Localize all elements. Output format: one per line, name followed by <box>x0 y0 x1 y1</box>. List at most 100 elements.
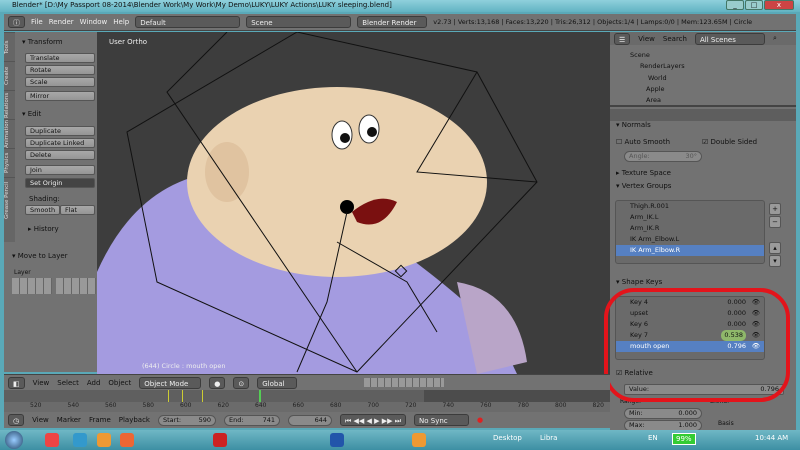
outliner-view-menu[interactable]: View <box>638 35 655 43</box>
start-button[interactable] <box>5 431 23 449</box>
translate-button[interactable]: Translate <box>25 53 95 63</box>
menu-select[interactable]: Select <box>57 379 79 387</box>
menu-help[interactable]: Help <box>113 18 129 26</box>
flat-button[interactable]: Flat <box>60 205 95 215</box>
basis-field[interactable]: Basis <box>718 420 734 427</box>
outliner-filter-select[interactable]: All Scenes <box>694 32 765 45</box>
current-frame-field[interactable]: 644 <box>287 414 332 426</box>
shading-selector[interactable]: ● <box>209 376 226 389</box>
layout-selector[interactable]: Default <box>135 16 241 28</box>
editor-type-icon[interactable]: ⓘ <box>8 16 25 28</box>
tab-animation[interactable]: Animation <box>4 119 15 148</box>
outliner-item-renderlayers[interactable]: RenderLayers <box>640 62 685 70</box>
info-header: ⓘ File Render Window Help Default Scene … <box>4 14 796 31</box>
clock[interactable]: 10:44 AM <box>755 434 788 442</box>
layer-grid-2[interactable] <box>56 278 96 294</box>
vertex-groups-panel-header[interactable]: ▾ Vertex Groups <box>616 182 671 190</box>
add-vertex-group-button[interactable]: + <box>769 203 781 215</box>
blender-task-icon[interactable] <box>412 433 426 447</box>
transform-panel-header[interactable]: ▾ Transform <box>22 38 63 46</box>
angle-field[interactable]: Angle: 30° <box>624 151 702 162</box>
texture-space-panel-header[interactable]: ▸ Texture Space <box>616 169 671 177</box>
outliner-item-area[interactable]: Area <box>646 96 661 104</box>
menu-marker[interactable]: Marker <box>57 416 81 424</box>
vertex-group-item[interactable]: Arm_IK.L <box>616 212 764 223</box>
maximize-button[interactable]: □ <box>745 0 763 10</box>
move-up-button[interactable]: ▴ <box>769 242 781 254</box>
tab-tools[interactable]: Tools <box>4 32 15 61</box>
scene-selector[interactable]: Scene <box>246 16 352 28</box>
move-down-button[interactable]: ▾ <box>769 255 781 267</box>
menu-render[interactable]: Render <box>49 18 74 26</box>
vertex-group-item[interactable]: Thigh.R.001 <box>616 201 764 212</box>
tab-grease-pencil[interactable]: Grease Pencil <box>4 177 15 222</box>
close-button[interactable]: x <box>764 0 794 10</box>
start-frame-field[interactable]: Start: 590 <box>157 414 216 426</box>
edit-panel-header[interactable]: ▾ Edit <box>22 110 41 118</box>
set-origin-dropdown[interactable]: Set Origin <box>25 178 95 188</box>
auto-smooth-checkbox[interactable]: ☐ Auto Smooth <box>616 138 670 146</box>
menu-playback[interactable]: Playback <box>119 416 150 424</box>
render-engine-selector[interactable]: Blender Render <box>357 16 428 28</box>
tab-physics[interactable]: Physics <box>4 148 15 177</box>
pdf-icon[interactable] <box>213 433 227 447</box>
outliner-item-scene[interactable]: Scene <box>630 51 650 59</box>
outliner-item-world[interactable]: World <box>648 74 667 82</box>
scale-button[interactable]: Scale <box>25 77 95 87</box>
vertex-group-item[interactable]: Arm_IK.R <box>616 223 764 234</box>
chrome-icon[interactable] <box>45 433 59 447</box>
sync-selector[interactable]: No Sync <box>414 414 470 426</box>
menu-view[interactable]: View <box>33 379 50 387</box>
record-icon[interactable]: ● <box>477 416 483 424</box>
menu-view[interactable]: View <box>32 416 49 424</box>
min-field[interactable]: Min: 0.000 <box>624 408 702 419</box>
3d-viewport[interactable]: User Ortho (644) Circle : mouth open <box>97 32 610 374</box>
menu-window[interactable]: Window <box>80 18 108 26</box>
editor-type-icon[interactable]: ◧ <box>8 376 25 389</box>
menu-frame[interactable]: Frame <box>89 416 111 424</box>
double-sided-label: Double Sided <box>710 138 758 146</box>
menu-file[interactable]: File <box>31 18 43 26</box>
normals-panel-header[interactable]: ▾ Normals <box>616 121 651 129</box>
blender-icon[interactable] <box>97 433 111 447</box>
firefox-icon[interactable] <box>120 433 134 447</box>
editor-type-icon[interactable]: ◷ <box>8 414 25 426</box>
history-panel-header[interactable]: ▸ History <box>28 225 59 233</box>
ie-icon[interactable] <box>73 433 87 447</box>
smooth-button[interactable]: Smooth <box>25 205 60 215</box>
vertex-group-item[interactable]: IK Arm_Elbow.R <box>616 245 764 256</box>
mirror-button[interactable]: Mirror <box>25 91 95 101</box>
join-button[interactable]: Join <box>25 165 95 175</box>
menu-add[interactable]: Add <box>87 379 101 387</box>
vertex-group-item[interactable]: IK Arm_Elbow.L <box>616 234 764 245</box>
layer-buttons[interactable] <box>364 378 444 387</box>
outliner-item-apple[interactable]: Apple <box>646 85 665 93</box>
language-indicator[interactable]: EN <box>648 434 658 442</box>
desktop-toolbar[interactable]: Desktop <box>493 434 522 442</box>
outliner-search-menu[interactable]: Search <box>663 35 687 43</box>
search-icon[interactable]: ⌕ <box>773 34 777 43</box>
libra-toolbar[interactable]: Libra <box>540 434 557 442</box>
menu-object[interactable]: Object <box>108 379 131 387</box>
remove-vertex-group-button[interactable]: − <box>769 216 781 228</box>
mode-selector[interactable]: Object Mode <box>139 376 202 389</box>
word-icon[interactable] <box>330 433 344 447</box>
properties-context-tabs[interactable] <box>610 109 796 121</box>
outliner-type-icon[interactable]: ☰ <box>614 32 631 45</box>
duplicate-button[interactable]: Duplicate <box>25 126 95 136</box>
layer-grid-1[interactable] <box>12 278 52 294</box>
battery-indicator[interactable]: 99% <box>672 433 696 445</box>
minimize-button[interactable]: _ <box>726 0 744 10</box>
rotate-button[interactable]: Rotate <box>25 65 95 75</box>
duplicate-linked-button[interactable]: Duplicate Linked <box>25 138 95 148</box>
move-to-layer-header[interactable]: ▾ Move to Layer <box>12 252 68 260</box>
tab-relations[interactable]: Relations <box>4 90 15 119</box>
playback-controls[interactable]: ⏮ ◀◀ ◀ ▶ ▶▶ ⏭ <box>339 414 407 426</box>
pivot-selector[interactable]: ⊙ <box>233 376 250 389</box>
orientation-selector[interactable]: Global <box>257 376 298 389</box>
end-frame-field[interactable]: End: 741 <box>223 414 280 426</box>
tab-create[interactable]: Create <box>4 61 15 90</box>
delete-button[interactable]: Delete <box>25 150 95 160</box>
double-sided-checkbox[interactable]: ☑ Double Sided <box>702 138 757 146</box>
shape-keys-panel-header[interactable]: ▾ Shape Keys <box>616 278 662 286</box>
